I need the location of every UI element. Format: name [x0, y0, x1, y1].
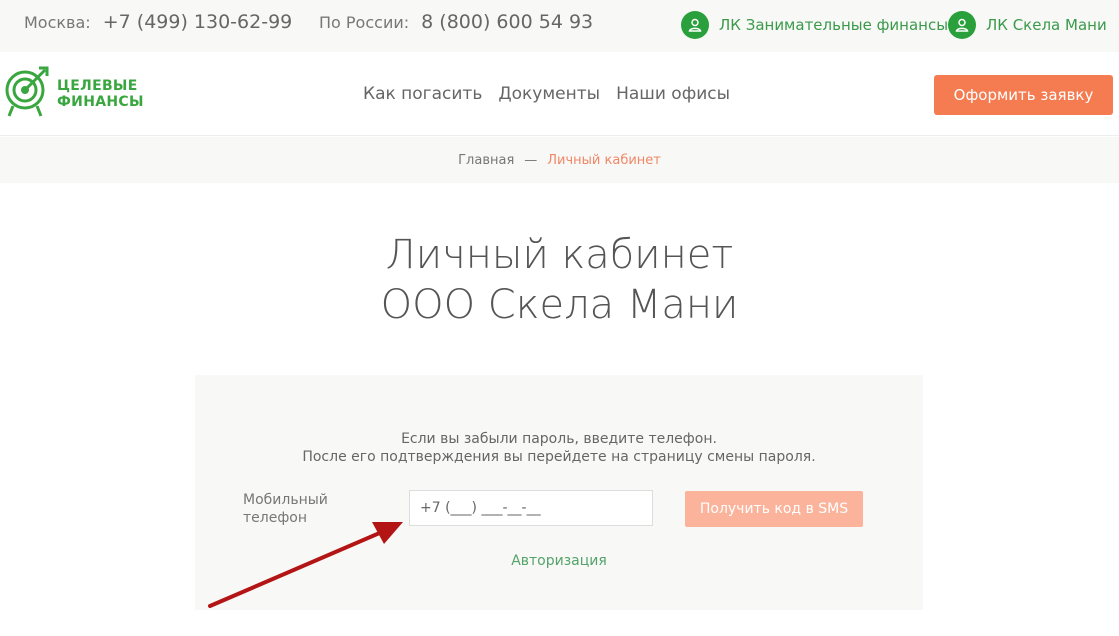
logo-line2: ФИНАНСЫ	[57, 94, 144, 110]
phone-label-line2: телефон	[243, 510, 308, 526]
page-title: Личный кабинет ООО Скела Мани	[0, 230, 1119, 330]
get-sms-code-button[interactable]: Получить код в SMS	[685, 491, 863, 527]
top-contact-bar: Москва: +7 (499) 130-62-99 По России: 8 …	[0, 0, 1119, 52]
phone-label-line1: Мобильный	[243, 492, 328, 508]
page-title-line1: Личный кабинет	[385, 232, 734, 278]
target-arrow-icon	[3, 66, 51, 122]
russia-contact: По России: 8 (800) 600 54 93	[319, 11, 593, 33]
main-nav: Как погасить Документы Наши офисы	[363, 84, 730, 104]
form-hint-line1: Если вы забыли пароль, введите телефон.	[401, 431, 717, 447]
russia-label: По России:	[319, 13, 410, 32]
lk1-label: ЛК Занимательные финансы	[719, 16, 949, 34]
apply-button[interactable]: Оформить заявку	[934, 75, 1113, 115]
logo-line1: ЦЕЛЕВЫЕ	[57, 78, 138, 94]
lk-skela-mani-link[interactable]: ЛК Скела Мани	[948, 10, 1107, 40]
breadcrumb-current: Личный кабинет	[547, 152, 661, 168]
password-recovery-form: Если вы забыли пароль, введите телефон. …	[195, 375, 923, 610]
logo-text: ЦЕЛЕВЫЕ ФИНАНСЫ	[57, 78, 144, 110]
breadcrumb-home[interactable]: Главная	[458, 153, 514, 168]
moscow-contact: Москва: +7 (499) 130-62-99	[24, 11, 292, 33]
moscow-label: Москва:	[24, 13, 91, 32]
breadcrumb: Главная — Личный кабинет	[0, 137, 1119, 183]
authorization-link[interactable]: Авторизация	[195, 553, 923, 569]
breadcrumb-separator: —	[524, 152, 538, 168]
site-header: ЦЕЛЕВЫЕ ФИНАНСЫ Как погасить Документы Н…	[0, 52, 1119, 136]
phone-input[interactable]	[409, 490, 653, 526]
nav-our-offices[interactable]: Наши офисы	[616, 84, 730, 104]
user-icon	[948, 11, 976, 39]
lk2-label: ЛК Скела Мани	[986, 16, 1107, 34]
russia-phone[interactable]: 8 (800) 600 54 93	[421, 11, 593, 33]
user-icon	[681, 11, 709, 39]
nav-documents[interactable]: Документы	[498, 84, 600, 104]
moscow-phone[interactable]: +7 (499) 130-62-99	[103, 11, 293, 33]
phone-field-label: Мобильный телефон	[243, 491, 353, 527]
site-logo[interactable]: ЦЕЛЕВЫЕ ФИНАНСЫ	[3, 66, 144, 122]
form-hint: Если вы забыли пароль, введите телефон. …	[195, 430, 923, 466]
lk-zanimatelnye-finansy-link[interactable]: ЛК Занимательные финансы	[681, 10, 948, 40]
form-hint-line2: После его подтверждения вы перейдете на …	[302, 449, 816, 465]
page-title-line2: ООО Скела Мани	[380, 282, 739, 328]
nav-how-to-repay[interactable]: Как погасить	[363, 84, 482, 104]
